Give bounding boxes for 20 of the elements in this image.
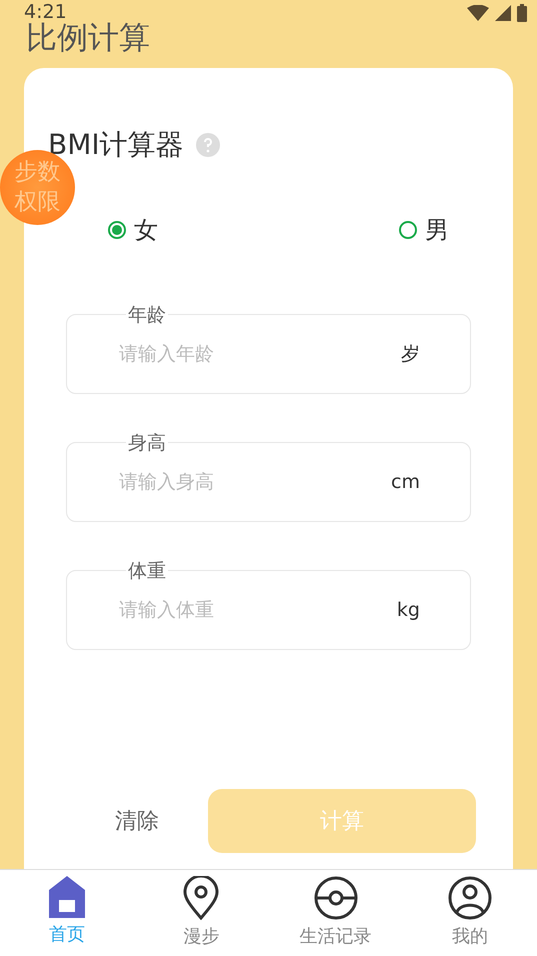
unit-label: cm bbox=[391, 471, 420, 493]
nav-tab[interactable]: 漫步 bbox=[134, 870, 268, 956]
location-pin-icon bbox=[183, 876, 220, 920]
user-icon bbox=[448, 876, 492, 920]
page-title: 比例计算 bbox=[26, 23, 150, 54]
status-time: 4:21 bbox=[24, 3, 67, 22]
nav-tab[interactable]: 我的 bbox=[402, 870, 537, 956]
battery-icon bbox=[517, 4, 527, 22]
circle-icon bbox=[314, 876, 358, 920]
nav-tab[interactable]: 首页 bbox=[0, 870, 134, 956]
clear-button[interactable]: 清除 bbox=[66, 789, 208, 853]
gender-radio[interactable]: 男 bbox=[399, 214, 449, 246]
unit-label: 岁 bbox=[401, 342, 420, 367]
unit-label: kg bbox=[396, 599, 420, 621]
help-icon[interactable] bbox=[196, 133, 220, 157]
nav-tab[interactable]: 生活记录 bbox=[268, 870, 403, 956]
home-icon bbox=[49, 876, 86, 918]
gender-radio[interactable]: 女 bbox=[108, 214, 158, 246]
wifi-icon bbox=[467, 4, 489, 20]
signal-icon bbox=[495, 4, 511, 20]
